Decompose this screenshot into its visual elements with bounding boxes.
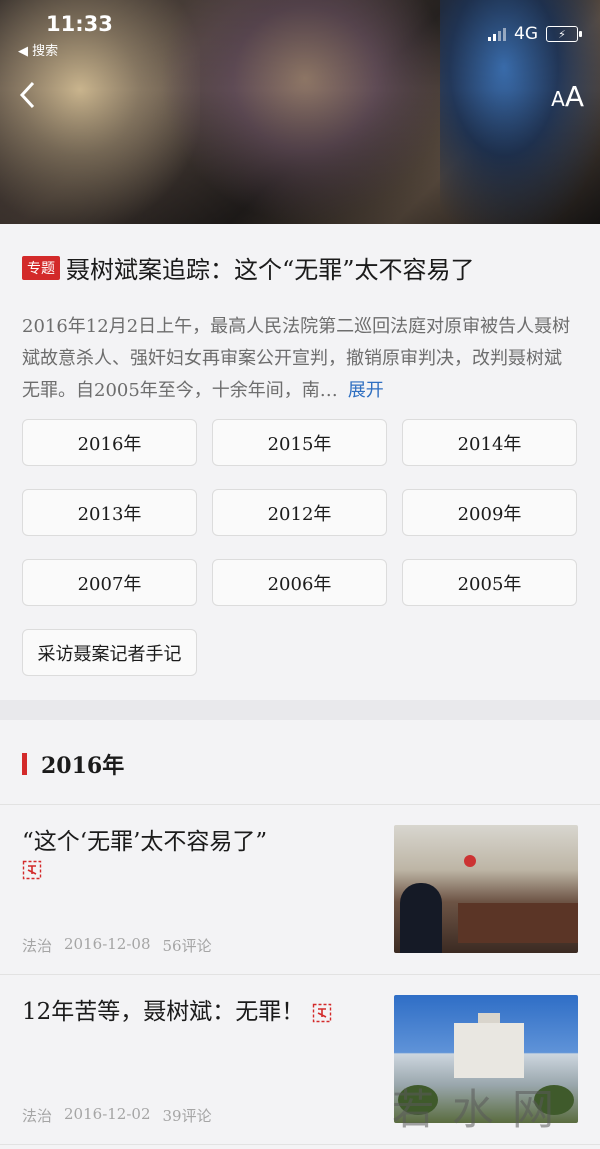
article-date: 2016-12-02 [64, 1105, 151, 1123]
article-category: 法治 [22, 937, 53, 955]
section-2016: 2016年 “这个‘无罪’太不容易了” 法治 2016-12-08 56评论 1… [0, 720, 600, 1145]
chevron-left-icon [19, 81, 35, 109]
font-size-button[interactable]: AA [551, 80, 584, 113]
battery-charge-icon: ⚡ [558, 27, 566, 41]
font-size-large-label: A [564, 80, 584, 113]
article-thumbnail [394, 825, 578, 953]
article-item[interactable]: 12年苦等，聂树斌：无罪！ 法治 2016-12-02 39评论 [0, 975, 600, 1145]
section-header: 2016年 [0, 720, 600, 805]
status-time: 11:33 [46, 12, 113, 36]
topic-stamp-icon [22, 860, 42, 880]
article-meta: 法治 2016-12-02 39评论 [22, 1105, 374, 1126]
article-date: 2016-12-08 [64, 935, 151, 953]
topic-panel: 专题 聂树斌案追踪：这个“无罪”太不容易了 2016年12月2日上午，最高人民法… [0, 224, 600, 676]
battery-icon: ⚡ [546, 26, 582, 42]
article-comments: 56评论 [162, 937, 212, 955]
section-divider [0, 700, 600, 720]
year-button-2013[interactable]: 2013年 [22, 489, 197, 536]
article-title-block: 12年苦等，聂树斌：无罪！ [22, 995, 374, 1029]
reporter-notes-button[interactable]: 采访聂案记者手记 [22, 629, 197, 676]
topic-title: 聂树斌案追踪：这个“无罪”太不容易了 [66, 256, 475, 284]
hero-image: 11:33 ◀ 搜索 4G ⚡ AA [0, 0, 600, 224]
signal-icon [488, 27, 506, 41]
year-button-2007[interactable]: 2007年 [22, 559, 197, 606]
year-button-2016[interactable]: 2016年 [22, 419, 197, 466]
font-size-small-label: A [551, 87, 565, 111]
status-indicators: 4G ⚡ [488, 24, 582, 44]
status-back-to-app[interactable]: ◀ 搜索 [18, 40, 58, 59]
year-button-2015[interactable]: 2015年 [212, 419, 387, 466]
topic-title-row: 专题 聂树斌案追踪：这个“无罪”太不容易了 [22, 250, 578, 285]
article-comments: 39评论 [162, 1107, 212, 1125]
article-thumbnail [394, 995, 578, 1123]
section-marker [22, 753, 27, 775]
year-button-2006[interactable]: 2006年 [212, 559, 387, 606]
court-desk [458, 903, 578, 943]
section-title: 2016年 [41, 753, 125, 779]
topic-stamp-icon [312, 1003, 332, 1023]
year-button-2014[interactable]: 2014年 [402, 419, 577, 466]
article-meta: 法治 2016-12-08 56评论 [22, 935, 374, 956]
article-title-block: “这个‘无罪’太不容易了” [22, 825, 374, 880]
network-label: 4G [514, 24, 538, 44]
year-button-2012[interactable]: 2012年 [212, 489, 387, 536]
article-category: 法治 [22, 1107, 53, 1125]
tree [534, 1085, 574, 1115]
court-figure [400, 883, 442, 953]
article-item[interactable]: “这个‘无罪’太不容易了” 法治 2016-12-08 56评论 [0, 805, 600, 975]
year-filter-grid: 2016年 2015年 2014年 2013年 2012年 2009年 2007… [22, 419, 578, 606]
topic-badge: 专题 [22, 255, 60, 280]
court-emblem [464, 855, 476, 867]
article-title: 12年苦等，聂树斌：无罪！ [22, 999, 305, 1025]
year-button-2005[interactable]: 2005年 [402, 559, 577, 606]
topic-summary: 2016年12月2日上午，最高人民法院第二巡回法庭对原审被告人聂树斌故意杀人、强… [22, 311, 578, 407]
article-text: 12年苦等，聂树斌：无罪！ 法治 2016-12-02 39评论 [22, 995, 394, 1126]
back-button[interactable] [18, 80, 38, 114]
article-title: “这个‘无罪’太不容易了” [22, 829, 268, 855]
building [454, 1023, 524, 1078]
expand-link[interactable]: 展开 [348, 380, 384, 401]
tree [398, 1085, 438, 1115]
year-button-2009[interactable]: 2009年 [402, 489, 577, 536]
article-text: “这个‘无罪’太不容易了” 法治 2016-12-08 56评论 [22, 825, 394, 956]
topic-summary-text: 2016年12月2日上午，最高人民法院第二巡回法庭对原审被告人聂树斌故意杀人、强… [22, 316, 571, 401]
